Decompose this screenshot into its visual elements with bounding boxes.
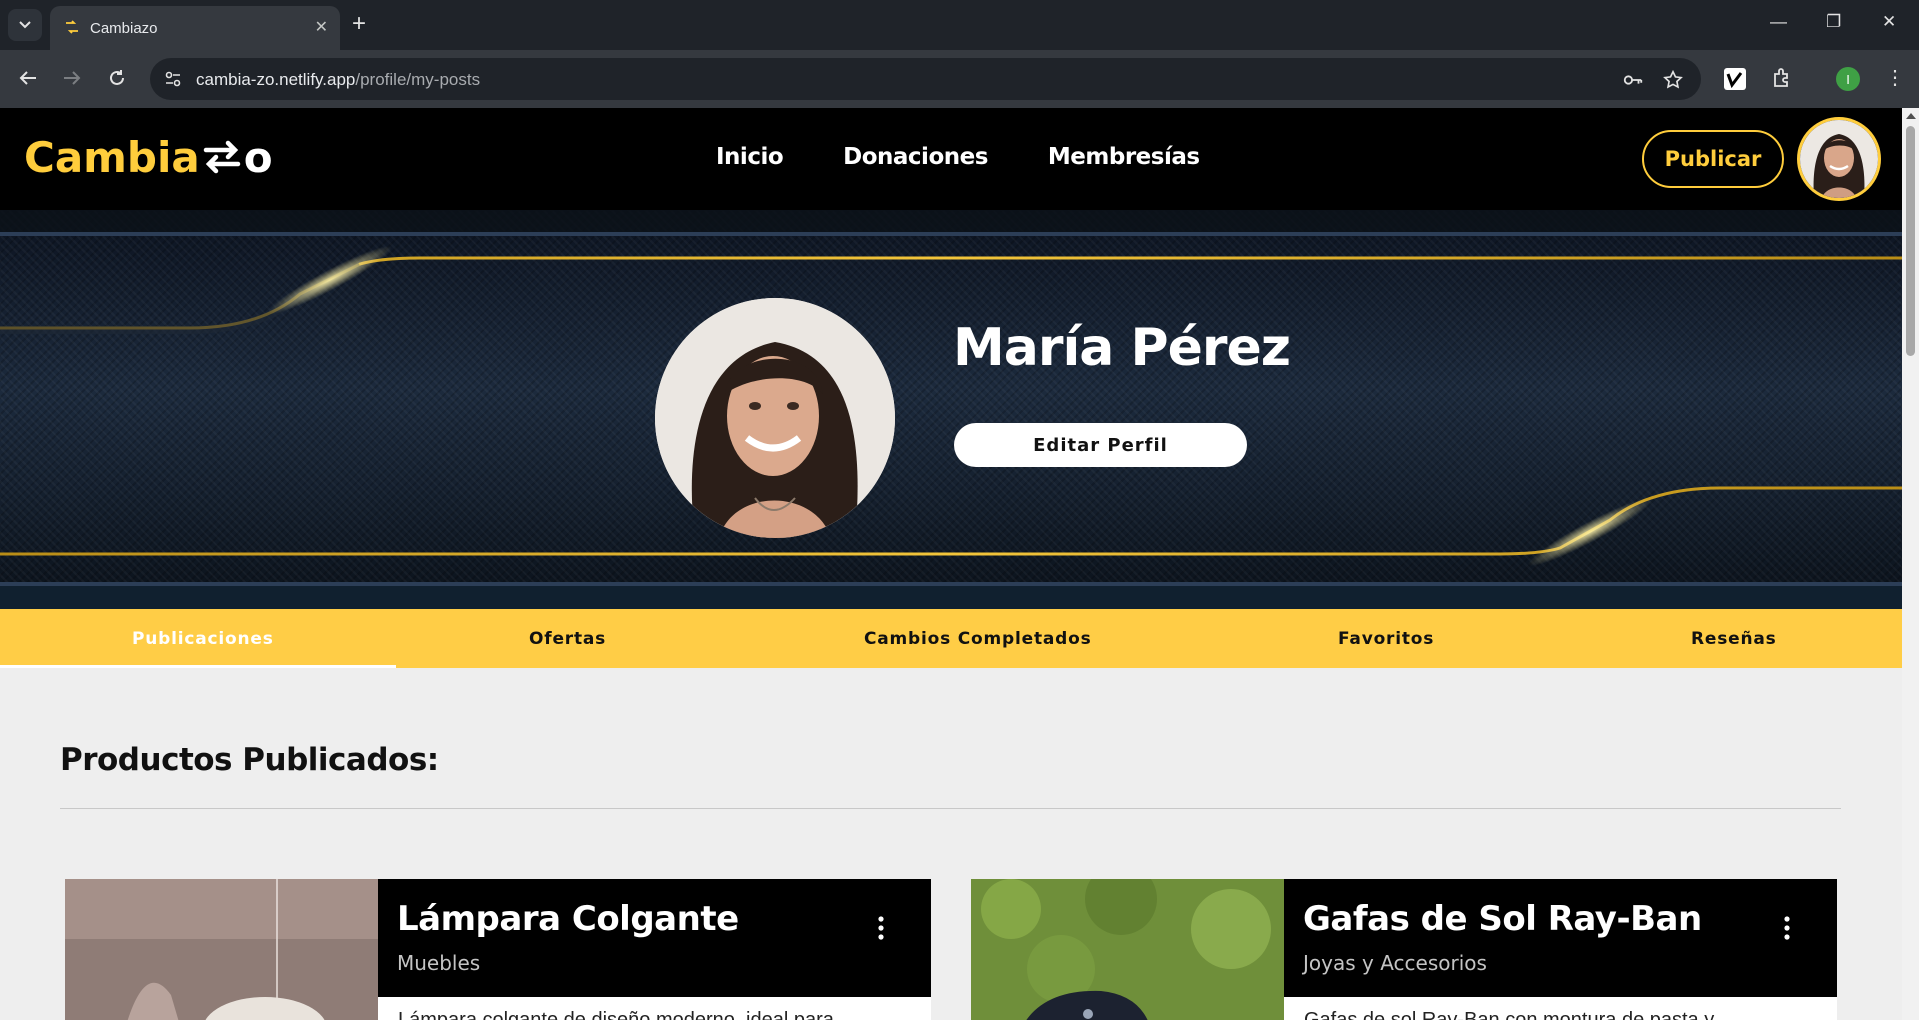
user-photo-icon [1800,120,1878,198]
site-header: Cambia zo o Inicio Donaciones Membresías… [0,108,1902,210]
browser-tabstrip: Cambiazo ✕ + — ❐ ✕ [0,0,1919,50]
post-description: Gafas de sol Ray-Ban con montura de past… [1304,1009,1715,1020]
post-card[interactable]: Lámpara Colgante Muebles Lámpara colgant… [65,879,931,1020]
forward-icon[interactable] [58,64,86,92]
scrollbar-thumb[interactable] [1906,126,1915,356]
password-key-icon[interactable] [1622,69,1644,91]
main-nav: Inicio Donaciones Membresías [716,144,1200,170]
edit-profile-button[interactable]: Editar Perfil [954,423,1247,467]
vimeo-extension-icon[interactable] [1724,68,1746,90]
site-info-icon[interactable] [164,70,182,88]
browser-tab[interactable]: Cambiazo ✕ [50,6,340,50]
reload-icon[interactable] [103,64,131,92]
banner-decoration [0,210,1902,610]
post-description-box: Gafas de sol Ray-Ban con montura de past… [1284,997,1837,1020]
cambiazo-logo[interactable]: Cambia zo o [24,132,273,182]
more-options-icon[interactable] [875,915,887,941]
tab-ofertas[interactable]: Ofertas [529,629,606,649]
browser-toolbar: cambia-zo.netlify.app/profile/my-posts I… [0,50,1919,108]
close-icon[interactable]: ✕ [315,17,328,37]
post-image [971,879,1284,1020]
logo-o: o [243,132,273,182]
browser-menu-icon[interactable]: ⋮ [1882,66,1908,92]
nav-inicio[interactable]: Inicio [716,144,784,170]
page-viewport: Cambia zo o Inicio Donaciones Membresías… [0,108,1902,1020]
close-window-icon[interactable]: ✕ [1882,12,1896,32]
post-category: Muebles [397,951,481,975]
post-description: Lámpara colgante de diseño moderno, idea… [398,1009,834,1020]
more-options-icon[interactable] [1781,915,1793,941]
url-text: cambia-zo.netlify.app/profile/my-posts [196,70,481,89]
section-divider [60,808,1841,809]
profile-name: María Pérez [953,318,1291,378]
post-description-box: Lámpara colgante de diseño moderno, idea… [378,997,931,1020]
tab-cambios-completados[interactable]: Cambios Completados [864,629,1092,649]
tab-search-button[interactable] [8,9,42,41]
user-avatar[interactable] [1797,117,1881,201]
post-card[interactable]: Gafas de Sol Ray-Ban Joyas y Accesorios … [971,879,1837,1020]
nav-membresias[interactable]: Membresías [1048,144,1200,170]
profile-photo-icon [655,298,895,538]
tab-publicaciones[interactable]: Publicaciones [132,629,274,649]
extensions-puzzle-icon[interactable] [1770,66,1796,92]
scroll-up-icon[interactable] [1906,113,1916,119]
new-tab-icon[interactable]: + [352,11,366,37]
tab-title: Cambiazo [90,20,158,37]
page-scrollbar[interactable] [1902,108,1919,1020]
bookmark-star-icon[interactable] [1662,69,1684,91]
active-tab-indicator [0,665,396,668]
exchange-arrows-icon [203,140,240,174]
section-title: Productos Publicados: [60,742,439,778]
restore-icon[interactable]: ❐ [1826,12,1841,32]
back-icon[interactable] [14,64,42,92]
profile-avatar-icon[interactable]: I [1836,67,1860,91]
address-bar[interactable]: cambia-zo.netlify.app/profile/my-posts [150,58,1701,100]
nav-donaciones[interactable]: Donaciones [843,144,988,170]
profile-banner [0,210,1902,610]
post-image [65,879,378,1020]
minimize-icon[interactable]: — [1770,12,1787,32]
post-category: Joyas y Accesorios [1303,951,1487,975]
sunglasses-photo-icon [971,879,1284,1020]
publish-button[interactable]: Publicar [1642,130,1784,188]
profile-tabs: Publicaciones Ofertas Cambios Completado… [0,609,1902,668]
tab-favoritos[interactable]: Favoritos [1338,629,1434,649]
cambiazo-favicon-icon [66,20,78,34]
post-title: Lámpara Colgante [397,899,739,939]
chevron-down-icon [19,21,31,29]
tab-resenas[interactable]: Reseñas [1691,629,1777,649]
lamp-photo-icon [65,879,378,1020]
profile-photo[interactable] [655,298,895,538]
post-title: Gafas de Sol Ray-Ban [1303,899,1702,939]
